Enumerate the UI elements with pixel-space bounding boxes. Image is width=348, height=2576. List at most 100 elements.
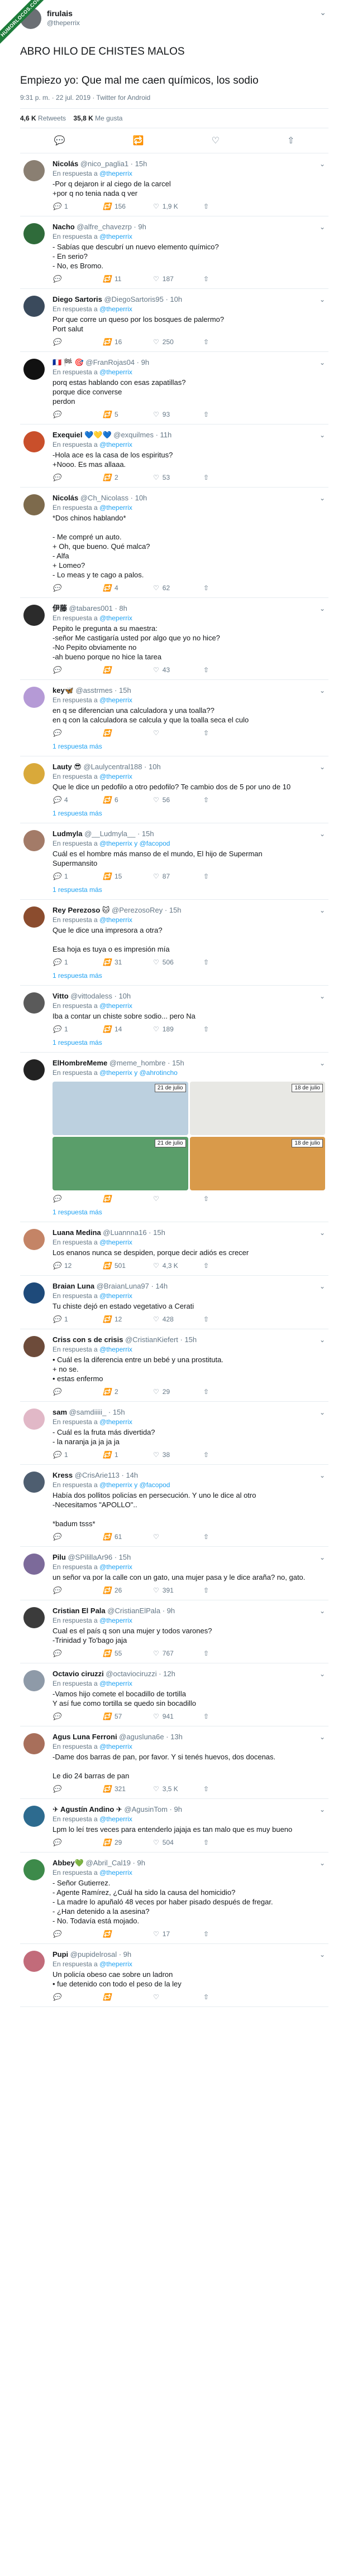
heart-icon[interactable]: ♡ bbox=[153, 1649, 159, 1657]
reply-author-handle[interactable]: @CristianKiefert · 15h bbox=[123, 1335, 197, 1344]
reply-author-name[interactable]: Pilu bbox=[53, 1553, 66, 1561]
chevron-down-icon[interactable]: ⌄ bbox=[320, 1282, 325, 1290]
retweet-action[interactable]: 🔁 501 bbox=[103, 1262, 153, 1270]
heart-icon[interactable]: ♡ bbox=[153, 1993, 159, 2001]
reply-to-handle[interactable]: @theperrix bbox=[99, 696, 132, 704]
share-icon[interactable]: ⇧ bbox=[203, 1930, 209, 1938]
heart-icon[interactable]: ♡ bbox=[153, 958, 159, 966]
reply-action[interactable]: 💬 1 bbox=[53, 1451, 103, 1459]
reply-icon[interactable]: 💬 bbox=[53, 1839, 61, 1846]
share-icon[interactable]: ⇧ bbox=[203, 1262, 209, 1270]
reply-icon[interactable]: 💬 bbox=[53, 1993, 61, 2001]
retweet-icon[interactable]: 🔁 bbox=[103, 1262, 111, 1270]
retweet-icon[interactable]: 🔁 bbox=[103, 1586, 111, 1594]
reply-author-handle[interactable]: @CristianElPala · 9h bbox=[106, 1607, 175, 1615]
chevron-down-icon[interactable]: ⌄ bbox=[320, 1554, 325, 1561]
retweet-action[interactable]: 🔁 bbox=[103, 666, 153, 674]
retweet-icon[interactable]: 🔁 bbox=[103, 1839, 111, 1846]
heart-action[interactable]: ♡ 428 bbox=[153, 1315, 203, 1323]
share-action[interactable]: ⇧ bbox=[203, 1451, 254, 1459]
chevron-down-icon[interactable]: ⌄ bbox=[320, 1059, 325, 1067]
retweet-icon[interactable]: 🔁 bbox=[103, 958, 111, 966]
share-action[interactable]: ⇧ bbox=[203, 1839, 254, 1846]
retweet-action[interactable]: 🔁 6 bbox=[103, 796, 153, 804]
share-action[interactable]: ⇧ bbox=[203, 202, 254, 210]
retweet-icon[interactable]: 🔁 bbox=[103, 666, 111, 674]
retweet-count[interactable]: 4,6 K bbox=[20, 114, 36, 122]
share-action[interactable]: ⇧ bbox=[203, 958, 254, 966]
reply-tweet[interactable]: ⌄ Nicolás @Ch_Nicolass · 10h En respuesta … bbox=[20, 488, 328, 598]
avatar[interactable] bbox=[23, 687, 45, 708]
share-action[interactable]: ⇧ bbox=[203, 1533, 254, 1541]
avatar[interactable] bbox=[23, 906, 45, 928]
retweet-action[interactable]: 🔁 14 bbox=[103, 1025, 153, 1033]
reply-icon[interactable]: 💬 bbox=[54, 135, 65, 146]
reply-to-handle[interactable]: @theperrix y @ahrotincho bbox=[99, 1069, 178, 1077]
share-action[interactable]: ⇧ bbox=[203, 872, 254, 880]
heart-icon[interactable]: ♡ bbox=[153, 1195, 159, 1203]
heart-action[interactable]: ♡ 38 bbox=[153, 1451, 203, 1459]
reply-author-name[interactable]: Luana Medina bbox=[53, 1228, 101, 1237]
heart-icon[interactable]: ♡ bbox=[153, 584, 159, 592]
share-icon[interactable]: ⇧ bbox=[203, 1586, 209, 1594]
reply-icon[interactable]: 💬 bbox=[53, 1649, 61, 1657]
reply-to-handle[interactable]: @theperrix bbox=[99, 773, 132, 780]
avatar[interactable] bbox=[23, 1859, 45, 1880]
reply-icon[interactable]: 💬 bbox=[53, 1388, 61, 1396]
retweet-action[interactable]: 🔁 61 bbox=[103, 1533, 153, 1541]
avatar[interactable] bbox=[23, 1554, 45, 1575]
chevron-down-icon[interactable]: ⌄ bbox=[320, 1859, 325, 1867]
share-icon[interactable]: ⇧ bbox=[203, 1649, 209, 1657]
reply-author-handle[interactable]: @vittodaless · 10h bbox=[69, 992, 131, 1000]
share-action[interactable]: ⇧ bbox=[203, 666, 254, 674]
reply-action[interactable]: 💬 bbox=[53, 1785, 103, 1793]
reply-action[interactable]: 💬 bbox=[53, 1195, 103, 1203]
reply-author-handle[interactable]: @nico_paglia1 · 15h bbox=[78, 160, 147, 168]
reply-to-handle[interactable]: @theperrix bbox=[99, 170, 132, 177]
share-icon[interactable]: ⇧ bbox=[203, 1533, 209, 1541]
reply-to-handle[interactable]: @theperrix bbox=[99, 1960, 132, 1968]
reply-author-handle[interactable]: @PerezosoRey · 15h bbox=[109, 906, 181, 914]
reply-author-handle[interactable]: @octaviociruzzi · 12h bbox=[104, 1670, 175, 1678]
reply-author-name[interactable]: Abbey💚 bbox=[53, 1859, 84, 1867]
retweet-icon[interactable]: 🔁 bbox=[103, 1025, 111, 1033]
heart-icon[interactable]: ♡ bbox=[153, 1839, 159, 1846]
reply-action[interactable]: 💬 bbox=[53, 1649, 103, 1657]
reply-tweet[interactable]: ⌄ key🦋 @asstrmes · 15h En respuesta a @the… bbox=[20, 680, 328, 756]
reply-icon[interactable]: 💬 bbox=[53, 872, 61, 880]
reply-author-name[interactable]: Cristian El Pala bbox=[53, 1607, 106, 1615]
heart-action[interactable]: ♡ bbox=[153, 1993, 203, 2001]
attached-image[interactable]: 18 de julio bbox=[189, 1082, 325, 1135]
reply-author-name[interactable]: Kress bbox=[53, 1471, 73, 1479]
retweet-icon[interactable]: 🔁 bbox=[103, 1785, 111, 1793]
share-action[interactable]: ⇧ bbox=[203, 1262, 254, 1270]
share-action[interactable]: ⇧ bbox=[203, 796, 254, 804]
share-icon[interactable]: ⇧ bbox=[203, 411, 209, 418]
reply-author-handle[interactable]: @Ch_Nicolass · 10h bbox=[78, 494, 147, 502]
reply-tweet[interactable]: ⌄ Pilu @SPilillaAr96 · 15h En respuesta a … bbox=[20, 1547, 328, 1600]
chevron-down-icon[interactable]: ⌄ bbox=[320, 1229, 325, 1237]
reply-icon[interactable]: 💬 bbox=[53, 584, 61, 592]
chevron-down-icon[interactable]: ⌄ bbox=[320, 1670, 325, 1678]
retweet-action[interactable]: 🔁 15 bbox=[103, 872, 153, 880]
share-icon[interactable]: ⇧ bbox=[203, 666, 209, 674]
retweet-icon[interactable]: 🔁 bbox=[103, 1315, 111, 1323]
avatar[interactable] bbox=[23, 1059, 45, 1080]
reply-author-name[interactable]: Agus Luna Ferroni bbox=[53, 1733, 117, 1741]
author-name[interactable]: firulais bbox=[47, 9, 73, 18]
share-action[interactable]: ⇧ bbox=[203, 1025, 254, 1033]
author-handle[interactable]: @theperrix bbox=[47, 19, 80, 27]
reply-tweet[interactable]: ⌄ Braian Luna @BraianLuna97 · 14h En respu… bbox=[20, 1276, 328, 1329]
heart-action[interactable]: ♡ bbox=[153, 1533, 203, 1541]
avatar[interactable] bbox=[23, 1733, 45, 1754]
chevron-down-icon[interactable]: ⌄ bbox=[320, 1408, 325, 1416]
retweet-icon[interactable]: 🔁 bbox=[103, 1388, 111, 1396]
reply-tweet[interactable]: ⌄ ✈ Agustín Andino ✈ @AgusinTom · 9h En re… bbox=[20, 1799, 328, 1853]
chevron-down-icon[interactable]: ⌄ bbox=[320, 1806, 325, 1813]
share-action[interactable]: ⇧ bbox=[203, 1649, 254, 1657]
reply-icon[interactable]: 💬 bbox=[53, 275, 61, 283]
reply-author-name[interactable]: key🦋 bbox=[53, 686, 74, 694]
chevron-down-icon[interactable]: ⌄ bbox=[320, 494, 325, 502]
reply-author-handle[interactable]: @meme_hombre · 15h bbox=[107, 1059, 184, 1067]
reply-tweet[interactable]: ⌄ Pupi @pupidelrosal · 9h En respuesta a @… bbox=[20, 1944, 328, 2007]
